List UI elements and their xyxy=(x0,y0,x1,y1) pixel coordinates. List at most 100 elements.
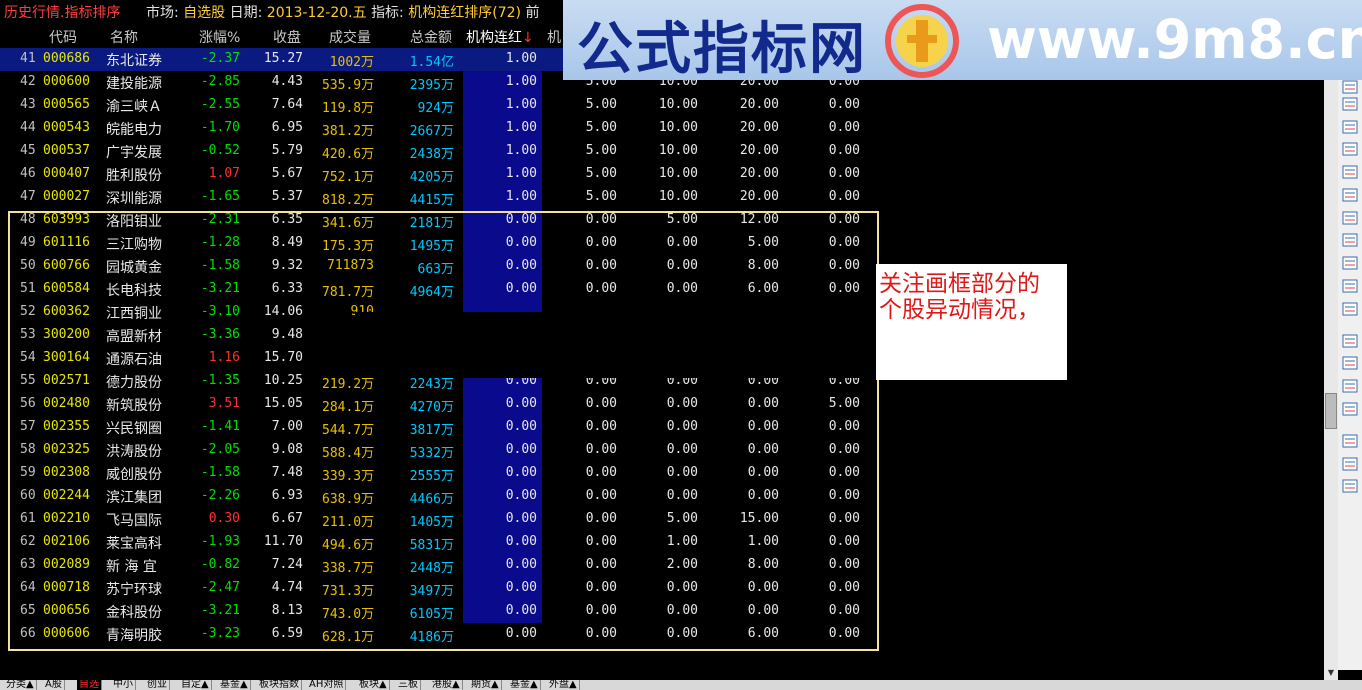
stock-name: 建投能源 xyxy=(106,76,162,92)
stock-code: 000027 xyxy=(43,189,90,204)
value-col-3: 10.00 xyxy=(658,143,698,158)
change-percent: -2.37 xyxy=(200,51,240,66)
col-header-jglh[interactable]: 机构连红↓ xyxy=(466,27,534,47)
value-col-2: 5.00 xyxy=(585,143,617,158)
value-col-2: 5.00 xyxy=(585,189,617,204)
value-col-3: 10.00 xyxy=(658,189,698,204)
bottom-tab[interactable]: 板块▲ xyxy=(357,680,390,690)
jglh-value: 1.00 xyxy=(505,166,537,181)
watermark-banner: 公式指标网 www.9m8.cn xyxy=(563,0,1362,82)
value-col-5: 0.00 xyxy=(828,189,860,204)
indicator-label: 指标: xyxy=(371,5,404,21)
note-icon[interactable] xyxy=(1342,356,1358,370)
value-col-4: 20.00 xyxy=(739,189,779,204)
col-header-amount[interactable]: 总金额 xyxy=(410,27,452,47)
scroll-down-arrow-icon[interactable]: ▼ xyxy=(1325,668,1337,678)
value-col-5: 0.00 xyxy=(828,120,860,135)
total-amount: 2438万 xyxy=(409,147,454,162)
stock-code: 000407 xyxy=(43,166,90,181)
date-label: 日期: xyxy=(229,5,263,21)
close-price: 5.37 xyxy=(271,189,303,204)
value-col-4: 20.00 xyxy=(739,120,779,135)
table-row[interactable]: 44 000543 皖能电力 -1.70 6.95 381.2万 2667万 1.00 5.00… xyxy=(0,117,1338,140)
banner-text-cn: 公式指标网 xyxy=(577,17,867,82)
col-header-change[interactable]: 涨幅% xyxy=(199,27,240,47)
col-header-next[interactable]: 机 xyxy=(547,27,561,47)
row-index: 46 xyxy=(20,166,36,181)
stock-name: 渝三峡Ａ xyxy=(106,99,162,115)
bottom-tab[interactable]: 自定▲ xyxy=(179,680,212,690)
document-icon[interactable] xyxy=(1342,233,1358,247)
bottom-tab[interactable]: AH对照 xyxy=(307,680,347,690)
volume: 420.6万 xyxy=(322,147,375,162)
table-row[interactable]: 43 000565 渝三峡Ａ -2.55 7.64 119.8万 924万 1.00 5.00 1… xyxy=(0,94,1338,117)
table-row[interactable]: 45 000537 广宇发展 -0.52 5.79 420.6万 2438万 1.00 5.00… xyxy=(0,140,1338,163)
bottom-tab[interactable]: 中小 xyxy=(111,680,136,690)
candle-chart-icon[interactable] xyxy=(1342,142,1358,156)
exit-icon[interactable] xyxy=(1342,479,1358,493)
scroll-thumb[interactable] xyxy=(1325,393,1337,429)
market-value: 自选股 xyxy=(183,5,226,21)
stock-name: 胜利股份 xyxy=(106,168,162,184)
settings-icon[interactable] xyxy=(1342,334,1358,348)
export-icon[interactable] xyxy=(1342,402,1358,416)
col-header-close[interactable]: 收盘 xyxy=(273,27,301,47)
bottom-tab-bar: 分类▲ A股 自选 中小 创业 自定▲ 基金▲ 板块指数 AH对照 板块▲ 三板 港股▲ 期货▲ 基金▲ 外… xyxy=(0,680,1362,690)
col-header-name[interactable]: 名称 xyxy=(110,27,138,47)
quote-icon[interactable] xyxy=(1342,279,1358,293)
table-row[interactable]: 46 000407 胜利股份 1.07 5.67 752.1万 4205万 1.00 5.00 1… xyxy=(0,163,1338,186)
bottom-tab[interactable]: 板块指数 xyxy=(257,680,302,690)
bottom-tab[interactable]: 创业 xyxy=(145,680,170,690)
row-index: 44 xyxy=(20,120,36,135)
zoom-icon[interactable] xyxy=(1342,457,1358,471)
search-icon[interactable] xyxy=(1342,302,1358,316)
grid-icon[interactable] xyxy=(1342,80,1358,94)
row-index: 45 xyxy=(20,143,36,158)
folder-icon[interactable] xyxy=(1342,434,1358,448)
mode-title: 历史行情.指标排序 xyxy=(4,5,121,21)
jglh-value: 1.00 xyxy=(505,97,537,112)
col-header-code[interactable]: 代码 xyxy=(49,27,77,47)
value-col-3: 10.00 xyxy=(658,120,698,135)
col-header-volume[interactable]: 成交量 xyxy=(329,27,371,47)
info-icon[interactable] xyxy=(1342,211,1358,225)
change-percent: -0.52 xyxy=(200,143,240,158)
value-col-2: 5.00 xyxy=(585,97,617,112)
f10-icon[interactable] xyxy=(1342,188,1358,202)
table-icon[interactable] xyxy=(1342,97,1358,111)
value-col-4: 20.00 xyxy=(739,166,779,181)
annotation-note: 关注画框部分的 个股异动情况， xyxy=(876,264,1067,380)
total-amount: 924万 xyxy=(417,101,454,116)
close-price: 15.27 xyxy=(263,51,303,66)
bottom-tab[interactable]: 分类▲ xyxy=(4,680,37,690)
total-amount: 2667万 xyxy=(409,124,454,139)
vertical-scrollbar[interactable]: ▼ xyxy=(1324,80,1338,680)
volume: 1002万 xyxy=(329,55,374,70)
line-chart-icon[interactable] xyxy=(1342,120,1358,134)
report-icon[interactable] xyxy=(1342,379,1358,393)
row-index: 41 xyxy=(20,51,36,66)
bottom-tab[interactable]: 基金▲ xyxy=(508,680,541,690)
value-col-5: 0.00 xyxy=(828,166,860,181)
table-row[interactable]: 47 000027 深圳能源 -1.65 5.37 818.2万 4415万 1.00 5.00… xyxy=(0,186,1338,209)
bottom-tab[interactable]: 基金▲ xyxy=(218,680,251,690)
list-icon[interactable] xyxy=(1342,165,1358,179)
change-percent: -2.85 xyxy=(200,74,240,89)
row-index: 42 xyxy=(20,74,36,89)
bottom-tab[interactable]: 外盘▲ xyxy=(547,680,580,690)
bottom-tab[interactable]: 港股▲ xyxy=(430,680,463,690)
bottom-tab[interactable]: 三板 xyxy=(396,680,421,690)
bottom-tab[interactable]: 期货▲ xyxy=(469,680,502,690)
title-info: 市场: 自选股 日期: 2013-12-20.五 指标: 机构连红排序(72) … xyxy=(146,2,539,22)
value-col-3: 10.00 xyxy=(658,166,698,181)
stock-code: 000565 xyxy=(43,97,90,112)
jglh-value: 1.00 xyxy=(505,189,537,204)
bottom-tab[interactable]: A股 xyxy=(43,680,65,690)
jglh-value: 1.00 xyxy=(505,120,537,135)
col-header-jglh-label: 机构连红 xyxy=(466,30,522,46)
jglh-value: 1.00 xyxy=(505,74,537,89)
sort-desc-arrow-icon: ↓ xyxy=(522,30,534,46)
f-icon[interactable] xyxy=(1342,256,1358,270)
bottom-tab[interactable]: 自选 xyxy=(77,680,102,690)
row-index: 47 xyxy=(20,189,36,204)
